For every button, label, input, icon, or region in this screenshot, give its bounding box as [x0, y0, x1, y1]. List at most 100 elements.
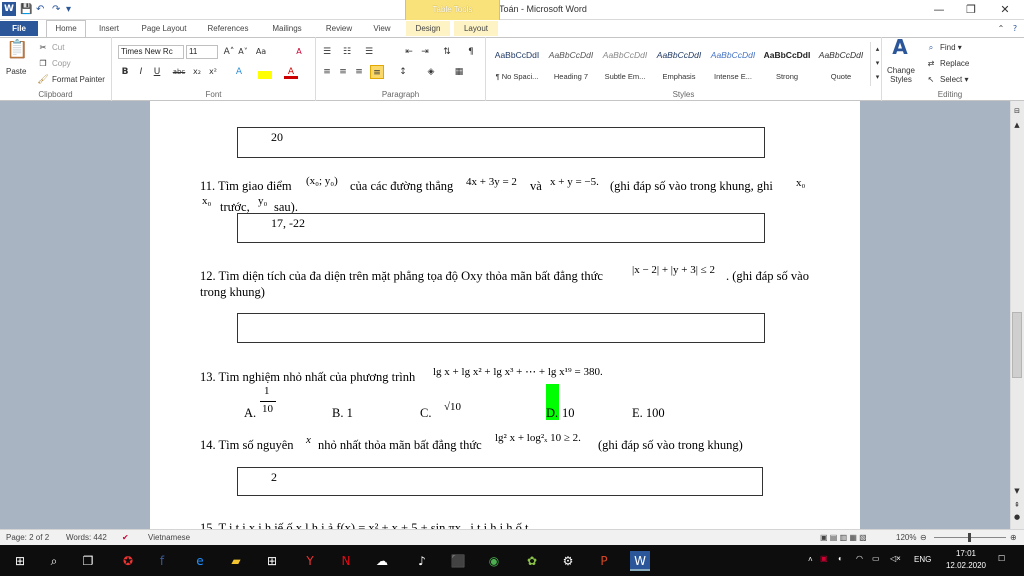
style-strong[interactable]: AaBbCcDdI Strong — [760, 42, 814, 86]
underline-icon[interactable]: U — [150, 65, 164, 79]
scrollbar-thumb[interactable] — [1012, 312, 1022, 378]
grow-font-icon[interactable]: A˄ — [222, 45, 236, 59]
tab-mailings[interactable]: Mailings — [264, 21, 310, 36]
show-hidden-icons[interactable]: ˄ — [808, 555, 813, 564]
tray-icon[interactable]: ▣ — [820, 554, 828, 563]
q13-option-a[interactable]: A. — [244, 406, 256, 421]
word-count[interactable]: Words: 442 — [66, 533, 107, 542]
browse-object-icon[interactable]: ● — [1010, 510, 1024, 524]
answer-box[interactable]: 20 — [237, 127, 765, 158]
tab-layout[interactable]: Layout — [454, 21, 498, 36]
superscript-icon[interactable]: x² — [206, 65, 220, 79]
replace-button[interactable]: Replace — [940, 59, 969, 68]
q13-option-d[interactable]: D. — [546, 406, 558, 421]
change-styles-icon[interactable]: A — [888, 37, 912, 62]
task-view-icon[interactable]: ❐ — [78, 551, 98, 571]
change-case-icon[interactable]: Aa — [254, 45, 268, 59]
tab-references[interactable]: References — [202, 21, 254, 36]
chrome-icon[interactable]: ◉ — [484, 551, 504, 571]
start-icon[interactable]: ⊞ — [10, 551, 30, 571]
align-center-icon[interactable]: ≡ — [336, 65, 350, 79]
tab-insert[interactable]: Insert — [92, 21, 126, 36]
shrink-font-icon[interactable]: A˅ — [236, 45, 250, 59]
store-icon[interactable]: ⊞ — [262, 551, 282, 571]
answer-box[interactable] — [237, 313, 765, 343]
tray-icon[interactable]: ◐ — [838, 554, 843, 563]
notification-icon[interactable]: ☐ — [998, 554, 1005, 563]
style-heading-7[interactable]: AaBbCcDdI Heading 7 — [544, 42, 598, 86]
page-count[interactable]: Page: 2 of 2 — [6, 533, 49, 542]
align-right-icon[interactable]: ≡ — [352, 65, 366, 79]
numbering-icon[interactable]: ☷ — [340, 45, 354, 59]
zoom-out-icon[interactable]: ⊖ — [920, 533, 927, 542]
bullets-icon[interactable]: ☰ — [320, 45, 334, 59]
format-painter-button[interactable]: Format Painter — [52, 75, 105, 84]
zoom-level[interactable]: 120% — [896, 533, 916, 542]
subscript-icon[interactable]: x₂ — [190, 65, 204, 79]
justify-icon[interactable]: ≡ — [370, 65, 384, 79]
style-no-spacing[interactable]: AaBbCcDdI ¶ No Spaci... — [490, 42, 544, 86]
tab-file[interactable]: File — [0, 21, 38, 36]
wifi-icon[interactable]: ◠ — [856, 554, 863, 563]
language[interactable]: Vietnamese — [148, 533, 190, 542]
app-icon[interactable]: ✪ — [118, 551, 138, 571]
font-color-icon[interactable]: A — [284, 65, 298, 79]
align-left-icon[interactable]: ≡ — [320, 65, 334, 79]
tab-home[interactable]: Home — [46, 20, 86, 38]
document-page[interactable]: 20 11. Tìm giao điểm (x₀; y₀) của các đư… — [150, 101, 860, 529]
answer-box[interactable]: 2 — [237, 467, 763, 496]
document-area[interactable]: 20 11. Tìm giao điểm (x₀; y₀) của các đư… — [0, 101, 1010, 529]
restore-button[interactable]: ❐ — [956, 2, 986, 18]
browser-y-icon[interactable]: Y — [300, 551, 320, 571]
app-icon[interactable]: ⬛ — [448, 551, 468, 571]
powerpoint-icon[interactable]: P — [594, 551, 614, 571]
app-icon[interactable]: ⚙ — [558, 551, 578, 571]
line-spacing-icon[interactable]: ↕ — [396, 65, 410, 79]
ribbon-minimize-icon[interactable]: ⌃ — [994, 22, 1008, 36]
file-explorer-icon[interactable]: ▰ — [226, 551, 246, 571]
paste-button[interactable]: Paste — [6, 67, 26, 76]
zoom-slider-thumb[interactable] — [968, 533, 971, 542]
style-emphasis[interactable]: AaBbCcDdI Emphasis — [652, 42, 706, 86]
word-taskbar-icon[interactable]: W — [630, 551, 650, 571]
tab-page-layout[interactable]: Page Layout — [136, 21, 192, 36]
q13-option-b[interactable]: B. 1 — [332, 406, 353, 421]
select-button[interactable]: Select ▾ — [940, 75, 968, 84]
clock-time[interactable]: 17:01 — [946, 549, 986, 558]
font-size-field[interactable]: 11 — [186, 45, 218, 59]
clock-date[interactable]: 12.02.2020 — [944, 561, 988, 570]
italic-icon[interactable]: I — [134, 65, 148, 79]
close-button[interactable]: ✕ — [990, 2, 1020, 18]
style-subtle-emphasis[interactable]: AaBbCcDdI Subtle Em... — [598, 42, 652, 86]
strikethrough-icon[interactable]: abc — [170, 65, 188, 79]
change-styles-button[interactable]: Change Styles — [884, 66, 918, 84]
style-intense-emphasis[interactable]: AaBbCcDdI Intense E... — [706, 42, 760, 86]
minimize-button[interactable]: — — [924, 2, 954, 18]
show-marks-icon[interactable]: ¶ — [464, 45, 478, 59]
scroll-down-icon[interactable]: ▼ — [1010, 484, 1024, 498]
scroll-up-icon[interactable]: ▲ — [1010, 118, 1024, 132]
increase-indent-icon[interactable]: ⇥ — [418, 45, 432, 59]
proofing-icon[interactable]: ✔ — [122, 533, 129, 542]
tab-view[interactable]: View — [366, 21, 398, 36]
clear-formatting-icon[interactable]: A — [292, 45, 306, 59]
find-button[interactable]: Find ▾ — [940, 43, 962, 52]
tab-design[interactable]: Design — [406, 21, 450, 36]
q13-option-e[interactable]: E. 100 — [632, 406, 665, 421]
text-effects-icon[interactable]: A — [232, 65, 246, 79]
netflix-icon[interactable]: N — [336, 551, 356, 571]
paste-icon[interactable]: 📋 — [6, 41, 28, 65]
copy-button[interactable]: Copy — [52, 59, 71, 68]
borders-icon[interactable]: ▦ — [452, 65, 466, 79]
tab-review[interactable]: Review — [320, 21, 358, 36]
shading-icon[interactable]: ◈ — [424, 65, 438, 79]
input-language[interactable]: ENG — [914, 555, 931, 564]
view-buttons[interactable]: ▣ ▤ ▥ ▦ ▧ — [820, 533, 867, 542]
help-icon[interactable]: ? — [1008, 22, 1022, 36]
styles-scroll-icon[interactable]: ▴ ▾ ▾ — [870, 42, 884, 86]
facebook-icon[interactable]: f — [152, 551, 172, 571]
edge-icon[interactable]: e — [190, 551, 210, 571]
font-name-field[interactable]: Times New Rc — [118, 45, 184, 59]
battery-icon[interactable]: ▭ — [872, 554, 880, 563]
ruler-toggle-icon[interactable]: ⊟ — [1010, 104, 1024, 118]
